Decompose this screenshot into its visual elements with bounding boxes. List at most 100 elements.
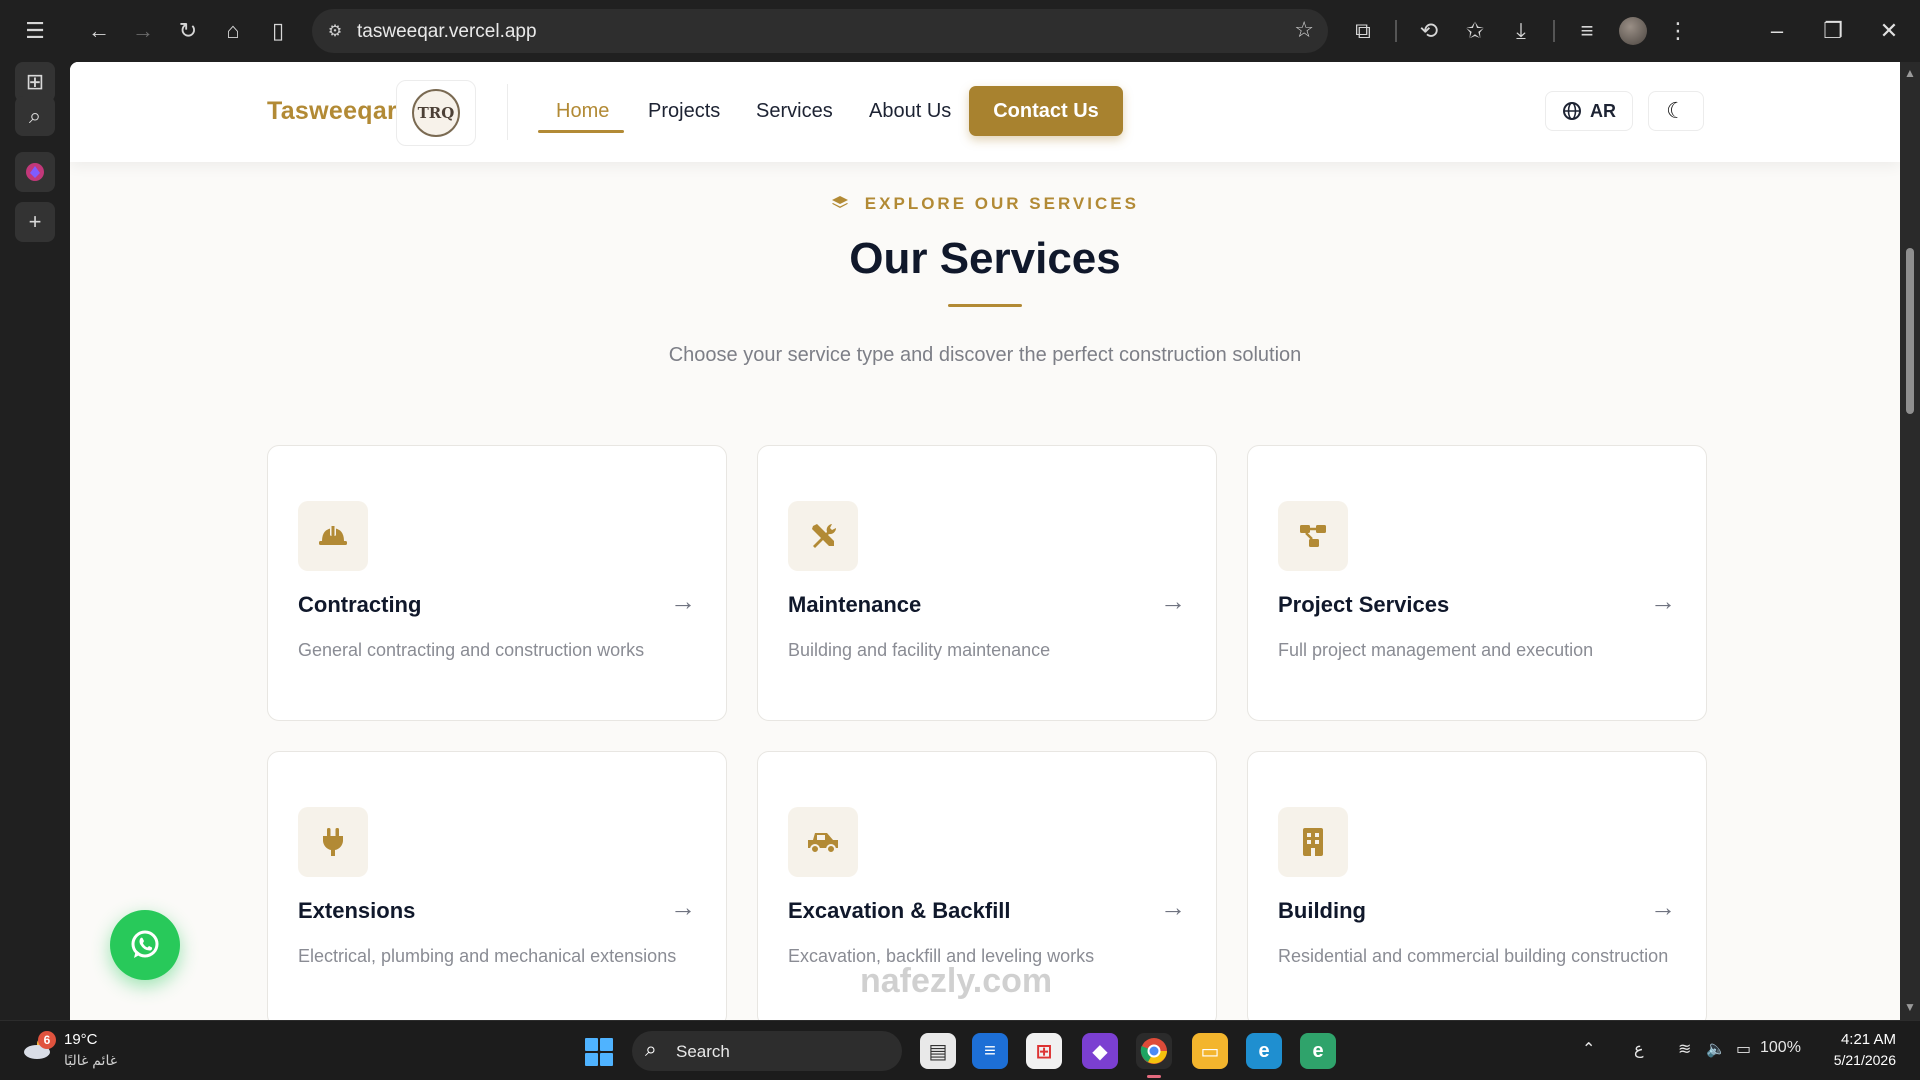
file-icon[interactable]: ▤: [920, 1033, 956, 1069]
browser-side-rail: ⊞ ⌕ +: [0, 62, 70, 1020]
project-diagram-icon: [1278, 501, 1348, 571]
scroll-thumb[interactable]: [1906, 248, 1914, 414]
windows-taskbar: 6 19°C غائم غالبًا ⌕ Search ▤ ≡ ⊞ ◆ ▭ e …: [0, 1020, 1920, 1080]
arrow-right-icon[interactable]: →: [1160, 892, 1186, 923]
add-icon[interactable]: +: [15, 202, 55, 242]
site-header: Tasweeqar TRQ Home Projects Services Abo…: [70, 62, 1900, 162]
volume-icon[interactable]: 🔈: [1706, 1039, 1726, 1059]
moon-icon: ☾: [1666, 98, 1686, 123]
card-description: Residential and commercial building cons…: [1278, 946, 1669, 966]
toolbar-divider: [1395, 20, 1397, 42]
browser-toolbar: ☰ ← → ↻ ⌂ ▯ ⚙ tasweeqar.vercel.app ☆ ⧉ ⟲…: [0, 0, 1920, 62]
card-title: Extensions: [298, 898, 416, 923]
search-icon: ⌕: [645, 1038, 657, 1061]
card-description: Building and facility maintenance: [788, 640, 1051, 660]
scroll-up-icon[interactable]: ▲: [1904, 66, 1916, 80]
service-card-extensions[interactable]: Extensions → Electrical, plumbing and me…: [267, 751, 727, 1020]
extensions-icon[interactable]: ⧉: [1344, 12, 1382, 50]
search-label: Search: [676, 1042, 730, 1061]
eyebrow-text: EXPLORE OUR SERVICES: [864, 194, 1139, 213]
url-text: tasweeqar.vercel.app: [357, 21, 537, 42]
downloads-icon[interactable]: ⤓: [1502, 12, 1540, 50]
header-divider: [507, 84, 508, 140]
section-eyebrow: EXPLORE OUR SERVICES: [70, 194, 1900, 214]
tab-actions-icon[interactable]: ☰: [16, 12, 54, 50]
service-card-project-services[interactable]: Project Services → Full project manageme…: [1247, 445, 1707, 721]
reading-view-icon[interactable]: ▯: [259, 12, 297, 50]
close-icon[interactable]: ✕: [1864, 14, 1914, 48]
address-bar[interactable]: ⚙ tasweeqar.vercel.app ☆: [312, 9, 1328, 53]
clock-time[interactable]: 4:21 AM: [1840, 1031, 1896, 1048]
language-toggle-button[interactable]: AR: [1545, 91, 1633, 131]
arrow-right-icon[interactable]: →: [1650, 586, 1676, 617]
chevron-up-icon[interactable]: ⌃: [1582, 1039, 1595, 1059]
globe-icon: [1563, 102, 1581, 120]
section-subtitle: Choose your service type and discover th…: [668, 344, 1302, 366]
home-icon[interactable]: ⌂: [214, 12, 252, 50]
contact-us-button[interactable]: Contact Us: [969, 86, 1123, 136]
hard-hat-icon: [298, 501, 368, 571]
page-viewport: Tasweeqar TRQ Home Projects Services Abo…: [70, 62, 1900, 1020]
database-icon[interactable]: ≡: [972, 1033, 1008, 1069]
card-title: Maintenance: [788, 592, 922, 617]
weather-badge: 6: [38, 1031, 56, 1049]
card-title: Excavation & Backfill: [788, 898, 1011, 923]
forward-icon[interactable]: →: [124, 12, 162, 50]
battery-percent[interactable]: 100%: [1760, 1039, 1801, 1057]
chrome-icon[interactable]: [1136, 1033, 1172, 1078]
nav-services[interactable]: Services: [756, 100, 833, 123]
nav-about-us[interactable]: About Us: [869, 100, 951, 123]
taskbar-search[interactable]: ⌕ Search: [632, 1031, 902, 1071]
visual-studio-icon[interactable]: ◆: [1082, 1033, 1118, 1069]
site-logo[interactable]: TRQ: [396, 80, 476, 146]
language-label: AR: [1590, 100, 1616, 121]
edge-dev-icon[interactable]: e: [1300, 1033, 1336, 1069]
brand-name[interactable]: Tasweeqar: [267, 97, 397, 126]
star-icon[interactable]: ☆: [1294, 17, 1314, 43]
nav-projects[interactable]: Projects: [648, 100, 720, 123]
service-card-maintenance[interactable]: Maintenance → Building and facility main…: [757, 445, 1217, 721]
dark-mode-button[interactable]: ☾: [1648, 91, 1704, 131]
section-title: Our Services: [849, 234, 1121, 283]
wifi-icon[interactable]: ≋: [1678, 1039, 1691, 1059]
plug-icon: [298, 807, 368, 877]
arrow-right-icon[interactable]: →: [1160, 586, 1186, 617]
page-scrollbar[interactable]: ▲ ▼: [1900, 62, 1920, 1020]
history-icon[interactable]: ⟲: [1410, 12, 1448, 50]
store-icon[interactable]: ⊞: [1026, 1033, 1062, 1069]
layers-icon: [831, 194, 857, 213]
nav-home[interactable]: Home: [556, 100, 609, 123]
clock-date[interactable]: 5/21/2026: [1824, 1052, 1896, 1068]
favorites-icon[interactable]: ✩: [1456, 12, 1494, 50]
tab-search-icon[interactable]: ⌕: [15, 96, 55, 136]
card-description: Full project management and execution: [1278, 640, 1594, 660]
title-underline: [948, 304, 1022, 307]
restore-icon[interactable]: ❐: [1808, 14, 1858, 48]
arrow-right-icon[interactable]: →: [670, 586, 696, 617]
playlist-icon[interactable]: ≡: [1568, 12, 1606, 50]
edge-icon[interactable]: e: [1246, 1033, 1282, 1069]
windows-start-icon[interactable]: [585, 1038, 613, 1066]
more-icon[interactable]: ⋮: [1659, 12, 1697, 50]
service-card-contracting[interactable]: Contracting → General contracting and co…: [267, 445, 727, 721]
tools-icon: [788, 501, 858, 571]
weather-temperature[interactable]: 19°C: [64, 1031, 98, 1048]
arrow-right-icon[interactable]: →: [670, 892, 696, 923]
arrow-right-icon[interactable]: →: [1650, 892, 1676, 923]
site-info-icon[interactable]: ⚙: [324, 20, 346, 42]
weather-description[interactable]: غائم غالبًا: [64, 1052, 117, 1069]
app-icon[interactable]: [15, 152, 55, 192]
service-card-building[interactable]: Building → Residential and commercial bu…: [1247, 751, 1707, 1020]
whatsapp-button[interactable]: [110, 910, 180, 980]
scroll-down-icon[interactable]: ▼: [1904, 1000, 1916, 1014]
battery-icon[interactable]: ▭: [1736, 1039, 1751, 1059]
logo-emblem: TRQ: [412, 89, 460, 137]
reload-icon[interactable]: ↻: [169, 12, 207, 50]
whatsapp-icon: [131, 930, 159, 958]
input-language[interactable]: ع: [1634, 1039, 1644, 1059]
watermark-text: nafezly.com: [860, 962, 1053, 1000]
profile-avatar[interactable]: [1619, 17, 1647, 45]
minimize-icon[interactable]: –: [1752, 14, 1802, 48]
back-icon[interactable]: ←: [80, 12, 118, 50]
folder-icon[interactable]: ▭: [1192, 1033, 1228, 1069]
